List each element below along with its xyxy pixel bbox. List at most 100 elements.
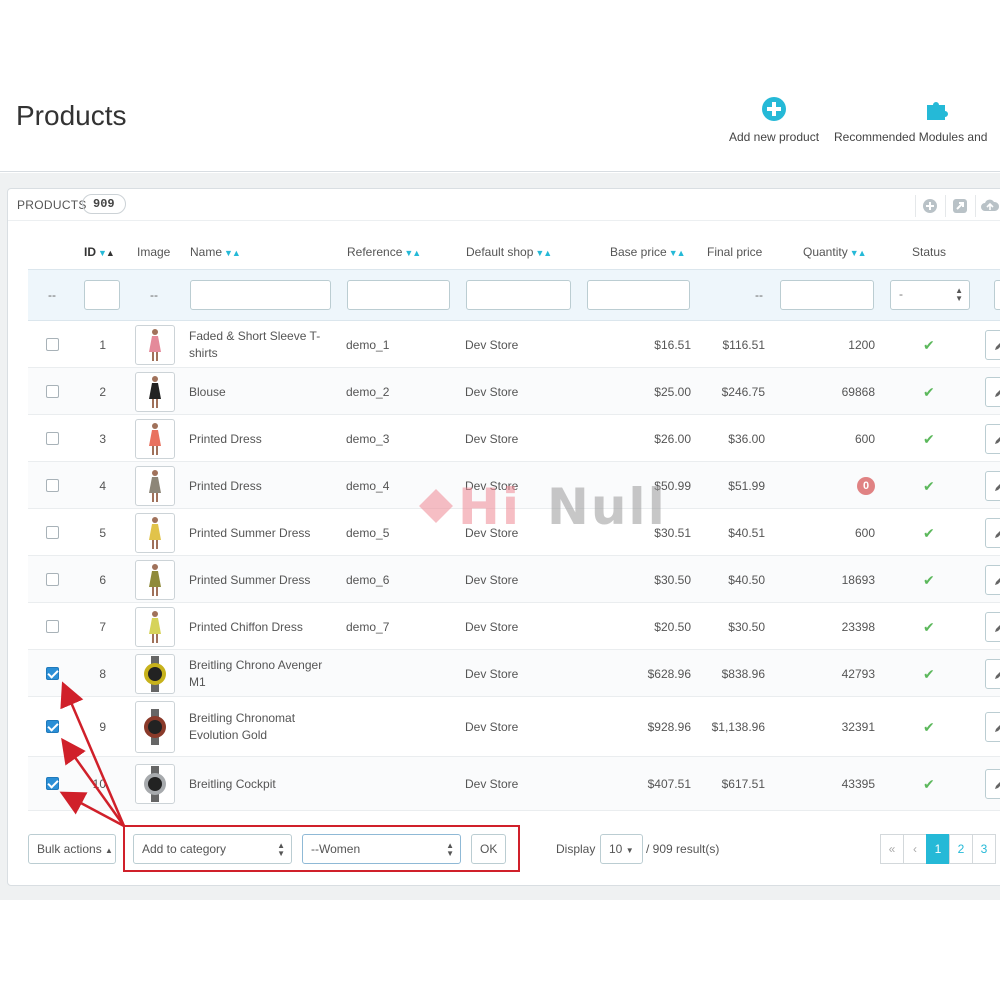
filter-name-input[interactable] [190,280,331,310]
edit-button[interactable] [985,612,1000,642]
cloud-icon[interactable] [975,195,1000,217]
table-row[interactable]: 3 Printed Dress demo_3 Dev Store $26.00 $36.0… [28,415,1000,462]
status-enabled-icon[interactable]: ✔ [923,666,935,683]
annotation-highlight-box [123,825,520,872]
status-enabled-icon[interactable]: ✔ [923,572,935,589]
column-header-name[interactable]: Name ▼▲ [190,245,241,259]
edit-button[interactable] [985,471,1000,501]
sort-arrows-icon[interactable]: ▼▲ [404,248,421,258]
recommended-modules-label: Recommended Modules and [834,130,988,144]
add-new-product-button[interactable]: Add new product [722,96,826,144]
sort-arrows-icon[interactable]: ▼▲ [98,248,115,258]
column-header-id[interactable]: ID ▼▲ [84,245,115,259]
column-header-reference[interactable]: Reference ▼▲ [347,245,421,259]
product-image[interactable] [135,607,175,647]
table-row[interactable]: 1 Faded & Short Sleeve T-shirts demo_1 Dev … [28,321,1000,368]
bulk-actions-button[interactable]: Bulk actions ▲ [28,834,116,864]
add-icon[interactable] [915,195,943,217]
table-row[interactable]: 9 Breitling Chronomat Evolution Gold Dev S… [28,697,1000,757]
product-name[interactable]: Printed Dress [189,431,339,448]
status-enabled-icon[interactable]: ✔ [923,525,935,542]
filter-submit-button[interactable] [994,280,1000,310]
edit-button[interactable] [985,769,1000,799]
row-checkbox[interactable] [46,385,59,398]
product-image[interactable] [135,560,175,600]
row-checkbox[interactable] [46,573,59,586]
product-name[interactable]: Printed Dress [189,478,339,495]
per-page-select[interactable]: 10 ▼ [600,834,643,864]
filter-base-price-input[interactable] [587,280,690,310]
table-row[interactable]: 6 Printed Summer Dress demo_6 Dev Store $30.… [28,556,1000,603]
product-final-price: $838.96 [721,667,765,681]
product-name[interactable]: Blouse [189,384,339,401]
edit-button[interactable] [985,712,1000,742]
edit-button[interactable] [985,424,1000,454]
product-name[interactable]: Breitling Chronomat Evolution Gold [189,710,339,744]
status-enabled-icon[interactable]: ✔ [923,431,935,448]
filter-shop-input[interactable] [466,280,571,310]
column-header-quantity[interactable]: Quantity ▼▲ [803,245,867,259]
export-icon[interactable] [945,195,973,217]
page-button-1[interactable]: 1 [926,834,950,864]
status-enabled-icon[interactable]: ✔ [923,337,935,354]
product-image[interactable] [135,466,175,506]
column-header-base-price[interactable]: Base price ▼▲ [610,245,686,259]
product-image[interactable] [135,654,175,694]
row-checkbox[interactable] [46,667,59,680]
quantity-zero-badge: 0 [857,477,875,495]
table-row[interactable]: 2 Blouse demo_2 Dev Store $25.00 $246.75 69868… [28,368,1000,415]
table-row[interactable]: 7 Printed Chiffon Dress demo_7 Dev Store $20… [28,603,1000,650]
row-checkbox[interactable] [46,777,59,790]
product-image[interactable] [135,419,175,459]
product-image[interactable] [135,764,175,804]
status-enabled-icon[interactable]: ✔ [923,776,935,793]
edit-button[interactable] [985,659,1000,689]
product-name[interactable]: Printed Chiffon Dress [189,619,339,636]
status-enabled-icon[interactable]: ✔ [923,478,935,495]
product-image[interactable] [135,513,175,553]
column-header-shop[interactable]: Default shop ▼▲ [466,245,552,259]
product-name[interactable]: Breitling Chrono Avenger M1 [189,657,339,691]
filter-id-input[interactable] [84,280,120,310]
product-name[interactable]: Faded & Short Sleeve T-shirts [189,328,339,362]
pencil-icon [995,725,1000,732]
product-name[interactable]: Printed Summer Dress [189,525,339,542]
product-image[interactable] [135,701,175,753]
first-page-button[interactable]: « [880,834,904,864]
sort-arrows-icon[interactable]: ▼▲ [224,248,241,258]
status-enabled-icon[interactable]: ✔ [923,619,935,636]
product-image[interactable] [135,372,175,412]
edit-button[interactable] [985,377,1000,407]
edit-button[interactable] [985,330,1000,360]
page-button-3[interactable]: 3 [972,834,996,864]
table-row[interactable]: 10 Breitling Cockpit Dev Store $407.51 $617.… [28,757,1000,811]
products-panel: PRODUCTS 909 ID ▼▲ Image Name ▼▲ Reference… [7,188,1000,886]
row-checkbox[interactable] [46,479,59,492]
filter-reference-input[interactable] [347,280,450,310]
filter-quantity-input[interactable] [780,280,874,310]
row-checkbox[interactable] [46,432,59,445]
row-checkbox[interactable] [46,720,59,733]
product-name[interactable]: Printed Summer Dress [189,572,339,589]
page: Products Add new product Recommended Mod… [0,0,1000,1000]
sort-arrows-icon[interactable]: ▼▲ [850,248,867,258]
sort-arrows-icon[interactable]: ▼▲ [535,248,552,258]
product-id: 7 [99,620,106,634]
edit-button[interactable] [985,518,1000,548]
row-checkbox[interactable] [46,526,59,539]
prev-page-button[interactable]: ‹ [903,834,927,864]
row-checkbox[interactable] [46,338,59,351]
product-name[interactable]: Breitling Cockpit [189,776,339,793]
product-final-price: $36.00 [728,432,765,446]
page-button-2[interactable]: 2 [949,834,973,864]
product-image[interactable] [135,325,175,365]
filter-status-select[interactable]: - ▲ ▼ [890,280,970,310]
table-row[interactable]: 8 Breitling Chrono Avenger M1 Dev Store $62… [28,650,1000,697]
status-enabled-icon[interactable]: ✔ [923,719,935,736]
edit-button[interactable] [985,565,1000,595]
product-final-price: $1,138.96 [711,720,765,734]
status-enabled-icon[interactable]: ✔ [923,384,935,401]
recommended-modules-button[interactable]: Recommended Modules and [834,96,1000,144]
sort-arrows-icon[interactable]: ▼▲ [669,248,686,258]
row-checkbox[interactable] [46,620,59,633]
